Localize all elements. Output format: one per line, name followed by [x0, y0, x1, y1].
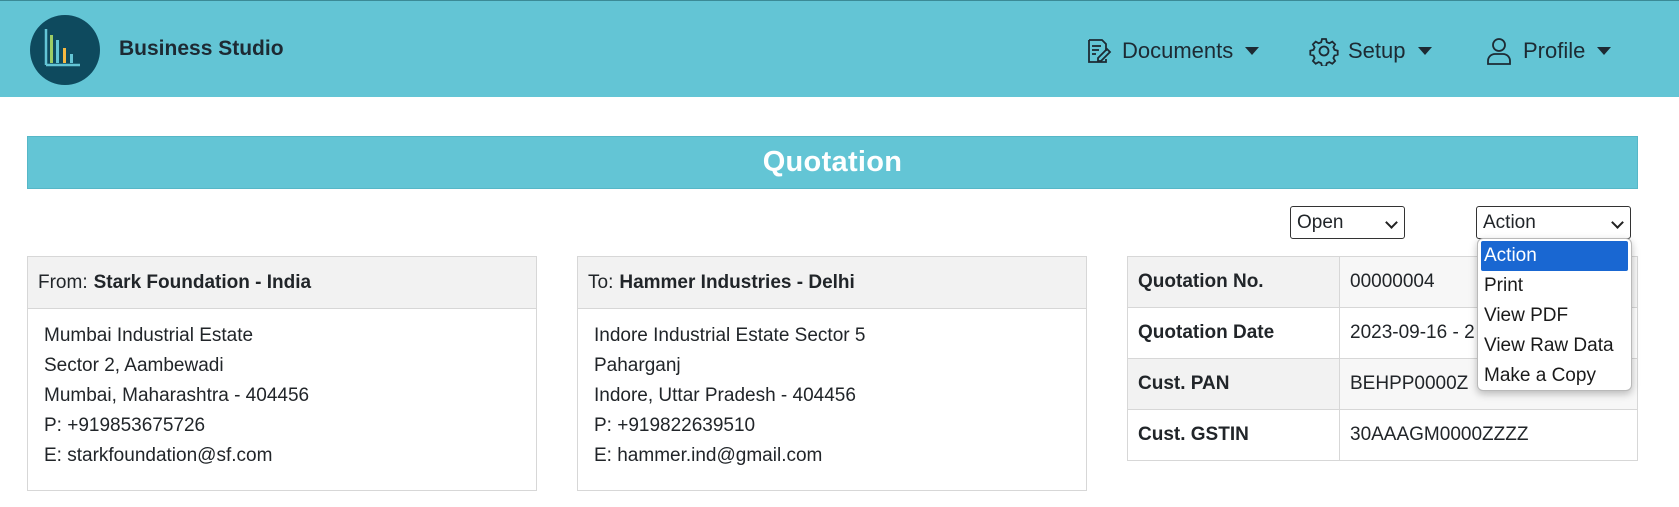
action-option-action[interactable]: Action [1481, 241, 1628, 271]
to-address-card: To: Hammer Industries - Delhi Indore Ind… [577, 256, 1087, 491]
address-line: Mumbai Industrial Estate [44, 325, 254, 346]
address-line: Sector 2, Aambewadi [44, 355, 224, 376]
to-prefix: To: [588, 271, 614, 293]
from-card-header: From: Stark Foundation - India [28, 257, 536, 309]
from-address-body: Mumbai Industrial Estate Sector 2, Aambe… [28, 309, 536, 471]
status-select[interactable]: Open [1290, 206, 1405, 239]
to-card-header: To: Hammer Industries - Delhi [578, 257, 1086, 309]
caret-down-icon [1597, 47, 1612, 55]
from-prefix: From: [38, 271, 88, 293]
action-select[interactable]: Action [1476, 206, 1631, 239]
nav-profile-label: Profile [1523, 38, 1586, 63]
chevron-down-icon [1385, 216, 1398, 229]
brand-name[interactable]: Business Studio [119, 37, 284, 61]
nav-setup-label: Setup [1348, 38, 1406, 63]
detail-label: Quotation No. [1127, 256, 1340, 308]
page-title: Quotation [762, 146, 903, 178]
detail-label: Cust. GSTIN [1127, 409, 1340, 461]
gear-icon [1309, 36, 1339, 68]
top-navbar: Business Studio Documents Setup Profile [0, 0, 1679, 97]
address-line: Mumbai, Maharashtra - 404456 [44, 385, 310, 406]
action-option-view-pdf[interactable]: View PDF [1478, 301, 1631, 331]
action-select-value: Action [1483, 211, 1536, 233]
email-line: E: hammer.ind@gmail.com [594, 445, 823, 466]
address-line: Indore, Uttar Pradesh - 404456 [594, 385, 856, 406]
status-select-value: Open [1297, 211, 1344, 233]
address-line: Indore Industrial Estate Sector 5 [594, 325, 866, 346]
nav-setup-menu[interactable]: Setup [1309, 31, 1432, 71]
address-line: Paharganj [594, 355, 681, 376]
bar-chart-logo-icon[interactable] [30, 15, 100, 85]
caret-down-icon [1245, 47, 1260, 55]
user-icon [1484, 36, 1514, 66]
action-dropdown-menu: Action Print View PDF View Raw Data Make… [1477, 238, 1632, 391]
customer-gstin-value: 30AAAGM0000ZZZZ [1339, 409, 1638, 461]
action-option-print[interactable]: Print [1478, 271, 1631, 301]
nav-profile-menu[interactable]: Profile [1484, 31, 1612, 71]
detail-label: Cust. PAN [1127, 358, 1340, 410]
caret-down-icon [1417, 47, 1432, 55]
to-address-body: Indore Industrial Estate Sector 5 Paharg… [578, 309, 1086, 471]
page-title-bar: Quotation [27, 136, 1638, 189]
table-row: Cust. GSTIN 30AAAGM0000ZZZZ [1127, 409, 1638, 461]
detail-label: Quotation Date [1127, 307, 1340, 359]
phone-line: P: +919822639510 [594, 415, 756, 436]
phone-line: P: +919853675726 [44, 415, 206, 436]
nav-documents-label: Documents [1122, 38, 1234, 63]
from-address-card: From: Stark Foundation - India Mumbai In… [27, 256, 537, 491]
chevron-down-icon [1611, 216, 1624, 229]
from-company-name: Stark Foundation - India [93, 271, 312, 293]
document-edit-icon [1083, 36, 1113, 66]
action-option-make-a-copy[interactable]: Make a Copy [1478, 361, 1631, 390]
to-company-name: Hammer Industries - Delhi [619, 271, 855, 293]
email-line: E: starkfoundation@sf.com [44, 445, 273, 466]
action-option-view-raw-data[interactable]: View Raw Data [1478, 331, 1631, 361]
nav-documents-menu[interactable]: Documents [1083, 31, 1260, 71]
